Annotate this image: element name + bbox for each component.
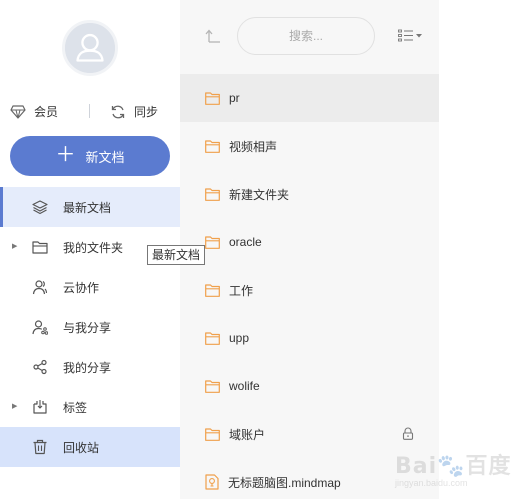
- go-up-icon[interactable]: [204, 28, 222, 44]
- vip-label: 会员: [34, 105, 59, 119]
- sidebar-item-label: 与我分享: [63, 320, 112, 335]
- folder-icon: [205, 379, 220, 393]
- new-document-label: 新文档: [85, 149, 125, 165]
- sync-label: 同步: [134, 105, 159, 119]
- tag-icon: [31, 398, 49, 416]
- file-row[interactable]: 视频相声: [180, 122, 439, 170]
- folder-icon: [205, 283, 220, 297]
- search-input[interactable]: [238, 29, 374, 43]
- file-name: pr: [229, 91, 240, 105]
- folder-outline-icon: [31, 238, 49, 256]
- folder-icon: [205, 235, 220, 249]
- folder-icon: [205, 139, 220, 153]
- share-icon: [31, 358, 49, 376]
- file-row[interactable]: wolife: [180, 362, 439, 410]
- file-name: 视频相声: [229, 139, 278, 154]
- vertical-divider: [89, 104, 90, 118]
- folder-icon: [205, 187, 220, 201]
- sidebar-item-label: 我的分享: [63, 360, 112, 375]
- folder-icon: [205, 91, 220, 105]
- file-toolbar: [180, 0, 439, 74]
- baidu-jingyan-watermark: Bai🐾百度 jingyan.baidu.com: [395, 448, 515, 496]
- file-name: 无标题脑图.mindmap: [228, 475, 341, 490]
- chevron-down-icon: [416, 33, 422, 37]
- sidebar-item-tags[interactable]: ▶ 标签: [0, 387, 180, 427]
- file-row[interactable]: 新建文件夹: [180, 170, 439, 218]
- view-mode-toggle[interactable]: [398, 29, 422, 42]
- sync-button[interactable]: 同步: [110, 103, 158, 120]
- expand-arrow-icon[interactable]: ▶: [12, 402, 17, 410]
- vip-sync-bar: 会员 同步: [0, 100, 180, 124]
- sidebar-nav: 最新文档 ▶ 我的文件夹 云协作 与我分享 我的分享 ▶ 标签 回收站: [0, 187, 180, 467]
- sync-icon: [111, 105, 125, 118]
- file-name: wolife: [229, 379, 260, 393]
- sidebar-item-shared-with-me[interactable]: 与我分享: [0, 307, 180, 347]
- file-row[interactable]: pr: [180, 74, 439, 122]
- sidebar-item-my-shares[interactable]: 我的分享: [0, 347, 180, 387]
- sidebar-item-cloud-collab[interactable]: 云协作: [0, 267, 180, 307]
- diamond-icon: [10, 104, 26, 119]
- file-panel: pr 视频相声 新建文件夹 oracle 工作 upp wolife 域账户: [180, 0, 439, 499]
- folder-icon: [205, 427, 220, 441]
- sidebar-item-label: 回收站: [63, 440, 100, 455]
- file-name: 新建文件夹: [229, 187, 290, 202]
- user-avatar[interactable]: [62, 20, 118, 76]
- folder-icon: [205, 331, 220, 345]
- mindmap-file-icon: [205, 474, 219, 490]
- layers-icon: [31, 198, 49, 216]
- user-avatar-icon: [65, 23, 115, 73]
- vip-button[interactable]: 会员: [10, 103, 58, 120]
- users-icon: [31, 278, 49, 296]
- file-name: oracle: [229, 235, 262, 249]
- file-row[interactable]: 工作: [180, 266, 439, 314]
- list-view-icon: [398, 29, 413, 42]
- file-row[interactable]: oracle: [180, 218, 439, 266]
- file-row[interactable]: upp: [180, 314, 439, 362]
- sidebar-item-label: 云协作: [63, 280, 100, 295]
- watermark-logo: Bai🐾百度: [395, 454, 512, 479]
- sidebar-item-label: 最新文档: [63, 200, 112, 215]
- sidebar-item-recent[interactable]: 最新文档: [0, 187, 180, 227]
- file-list: pr 视频相声 新建文件夹 oracle 工作 upp wolife 域账户 无…: [180, 74, 439, 499]
- file-name: upp: [229, 331, 250, 345]
- lock-icon: [402, 427, 414, 440]
- sidebar-item-label: 我的文件夹: [63, 240, 124, 255]
- expand-arrow-icon[interactable]: ▶: [12, 242, 17, 250]
- search-box[interactable]: [237, 17, 375, 55]
- plus-icon: ＋: [55, 144, 76, 166]
- user-share-icon: [31, 318, 49, 336]
- file-name: 域账户: [229, 427, 266, 442]
- right-blank-area: [439, 0, 518, 499]
- sidebar-item-trash[interactable]: 回收站: [0, 427, 180, 467]
- new-document-button[interactable]: ＋ 新文档: [10, 136, 170, 176]
- trash-icon: [31, 438, 49, 456]
- file-name: 工作: [229, 283, 254, 298]
- tooltip: 最新文档: [147, 245, 206, 265]
- sidebar-item-label: 标签: [63, 400, 88, 415]
